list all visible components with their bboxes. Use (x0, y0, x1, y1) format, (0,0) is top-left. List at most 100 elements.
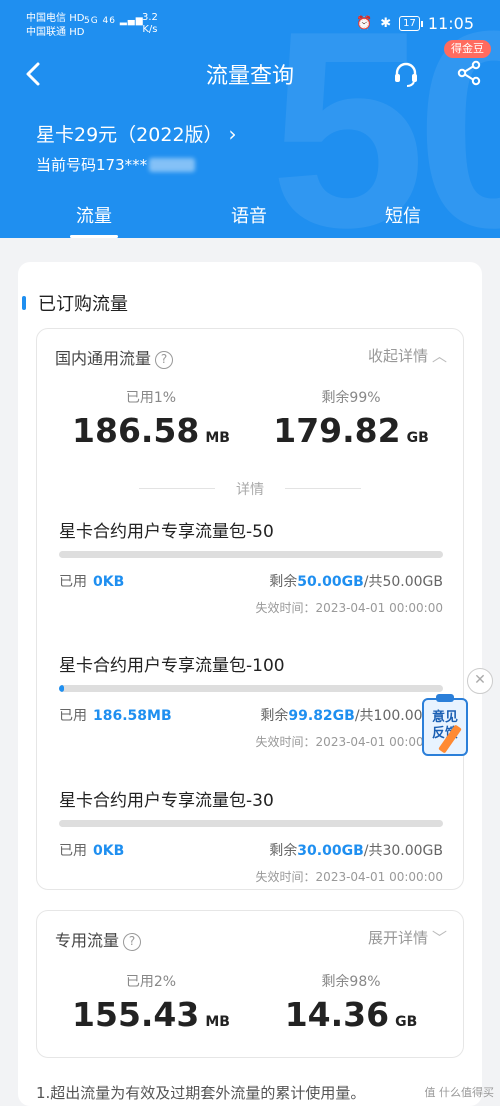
chevron-down-icon: ﹀ (431, 929, 447, 947)
net-speed-value: 3.2 (142, 12, 158, 23)
package-name: 星卡合约用户专享流量包-100 (59, 656, 285, 676)
plan-selector[interactable]: 星卡29元（2022版） › (36, 120, 237, 147)
tab-voice[interactable]: 语音 (231, 202, 267, 228)
remain-amount: 179.82 GB (261, 411, 441, 450)
header: 50 中国电信 HD 中国联通 HD 5G 46 ▂▄▆ 3.2 K/s ⏰ ✱… (0, 0, 500, 238)
details-divider: 详情 (37, 479, 463, 499)
battery-level: 17 (403, 18, 416, 29)
remain-percent-label: 剩余98% (321, 974, 381, 990)
share-button[interactable] (456, 60, 482, 86)
package-name: 星卡合约用户专享流量包-30 (59, 791, 274, 811)
package-progress-fill (59, 685, 64, 692)
total-amount: /共50.00GB (363, 574, 443, 590)
net-speed: 3.2 K/s (142, 12, 158, 36)
chevron-up-icon: ︿ (431, 347, 447, 365)
status-bar: 中国电信 HD 中国联通 HD 5G 46 ▂▄▆ 3.2 K/s ⏰ ✱ 17… (0, 0, 500, 44)
used-value: 155.43 (72, 995, 200, 1034)
remain-prefix: 剩余 (260, 708, 289, 724)
total-amount: /共30.00GB (363, 843, 443, 859)
remain-unit: GB (406, 430, 429, 446)
carrier-2-tag: HD (69, 27, 85, 38)
package-item: 星卡合约用户专享流量包-100 已用 186.58MB 剩余99.82GB/共10… (37, 651, 463, 771)
package-progress (59, 685, 443, 692)
used-amount: 0KB (93, 574, 125, 590)
package-remain: 剩余30.00GB/共30.00GB (269, 840, 443, 860)
phone-blur-mask (149, 158, 196, 172)
package-used: 已用 186.58MB (59, 705, 172, 725)
watermark: 值 什么值得买 (424, 1086, 495, 1099)
package-expire: 失效时间：2023-04-01 00:00:00 (255, 870, 443, 884)
clock: 11:05 (427, 14, 474, 33)
feedback-line-1: 意见 (431, 710, 458, 725)
remain-prefix: 剩余 (269, 574, 298, 590)
carrier-2: 中国联通 (26, 27, 66, 38)
package-remain: 剩余50.00GB/共50.00GB (269, 571, 443, 591)
used-amount: 186.58 MB (61, 411, 241, 450)
package-used: 已用 0KB (59, 571, 124, 591)
collapse-details-button[interactable]: 收起详情 ︿ (368, 345, 447, 366)
used-amount: 186.58MB (93, 708, 172, 724)
used-amount: 0KB (93, 843, 125, 859)
remain-amount: 14.36 GB (261, 995, 441, 1034)
collapse-label: 收起详情 (367, 347, 428, 365)
section-title: 已订购流量 (22, 290, 128, 316)
tab-data[interactable]: 流量 (70, 202, 118, 238)
expand-label: 展开详情 (367, 929, 428, 947)
alarm-icon: ⏰ (356, 16, 373, 31)
package-remain: 剩余99.82GB/共100.00GB (260, 705, 443, 725)
used-prefix: 已用 (59, 574, 87, 590)
page-title: 流量查询 (205, 64, 294, 89)
carrier-1-tag: HD (69, 13, 85, 24)
domestic-data-card: 国内通用流量? 收起详情 ︿ 已用1% 186.58 MB 剩余99% 179.82… (36, 328, 464, 890)
package-expire: 失效时间：2023-04-01 00:00:00 (255, 601, 443, 615)
expand-details-button[interactable]: 展开详情 ﹀ (368, 927, 447, 948)
nav-bar: 流量查询 (0, 52, 500, 98)
domestic-title: 国内通用流量? (55, 345, 174, 369)
dedicated-title-text: 专用流量 (55, 931, 120, 950)
carrier-info: 中国电信 HD 中国联通 HD (26, 12, 84, 40)
help-icon[interactable]: ? (155, 351, 174, 369)
headset-icon (395, 62, 417, 87)
net-speed-unit: K/s (142, 24, 158, 35)
used-value: 186.58 (72, 411, 200, 450)
phone-number: 当前号码173*** (36, 154, 196, 175)
signal-icon: 5G 46 ▂▄▆ (84, 16, 144, 26)
remain-prefix: 剩余 (269, 843, 298, 859)
chevron-right-icon: › (228, 122, 237, 146)
used-prefix: 已用 (59, 708, 87, 724)
status-right: ⏰ ✱ 17 11:05 (356, 14, 474, 33)
used-prefix: 已用 (59, 843, 87, 859)
customer-service-button[interactable] (392, 60, 420, 88)
battery-icon: 17 (399, 16, 423, 31)
package-used: 已用 0KB (59, 840, 124, 860)
used-amount: 155.43 MB (61, 995, 241, 1034)
remain-amount: 30.00GB (297, 843, 364, 859)
package-progress (59, 820, 443, 827)
main-card: 已订购流量 国内通用流量? 收起详情 ︿ 已用1% 186.58 MB 剩余99% … (18, 262, 482, 1106)
help-icon[interactable]: ? (123, 933, 142, 951)
remain-amount: 50.00GB (297, 574, 364, 590)
used-unit: MB (205, 1014, 230, 1030)
package-name: 星卡合约用户专享流量包-50 (59, 522, 274, 542)
dedicated-title: 专用流量? (55, 927, 142, 951)
plan-name: 星卡29元（2022版） (36, 124, 223, 146)
package-expire: 失效时间：2023-04-01 00:00:00 (255, 735, 443, 749)
tab-sms[interactable]: 短信 (385, 202, 421, 228)
used-percent-label: 已用2% (125, 974, 177, 990)
signal-tag: 5G 46 (84, 16, 117, 26)
package-item: 星卡合约用户专享流量包-30 已用 0KB 剩余30.00GB/共30.00GB … (37, 786, 463, 906)
remain-value: 179.82 (273, 411, 401, 450)
package-progress (59, 551, 443, 558)
tab-bar: 流量 语音 短信 (0, 198, 500, 238)
package-item: 星卡合约用户专享流量包-50 已用 0KB 剩余50.00GB/共50.00GB … (37, 517, 463, 637)
carrier-1: 中国电信 (26, 13, 66, 24)
used-percent-label: 已用1% (125, 390, 177, 406)
footnote: 1.超出流量为有效及过期套外流量的累计使用量。 (36, 1084, 366, 1102)
share-icon (457, 60, 481, 86)
remain-percent-label: 剩余99% (321, 390, 381, 406)
dedicated-data-card: 专用流量? 展开详情 ﹀ 已用2% 155.43 MB 剩余98% 14.36 GB (36, 910, 464, 1058)
used-unit: MB (205, 430, 230, 446)
remain-value: 14.36 (284, 995, 390, 1034)
close-feedback-button[interactable]: ✕ (467, 668, 493, 694)
gold-beans-badge[interactable]: 得金豆 (444, 40, 491, 58)
